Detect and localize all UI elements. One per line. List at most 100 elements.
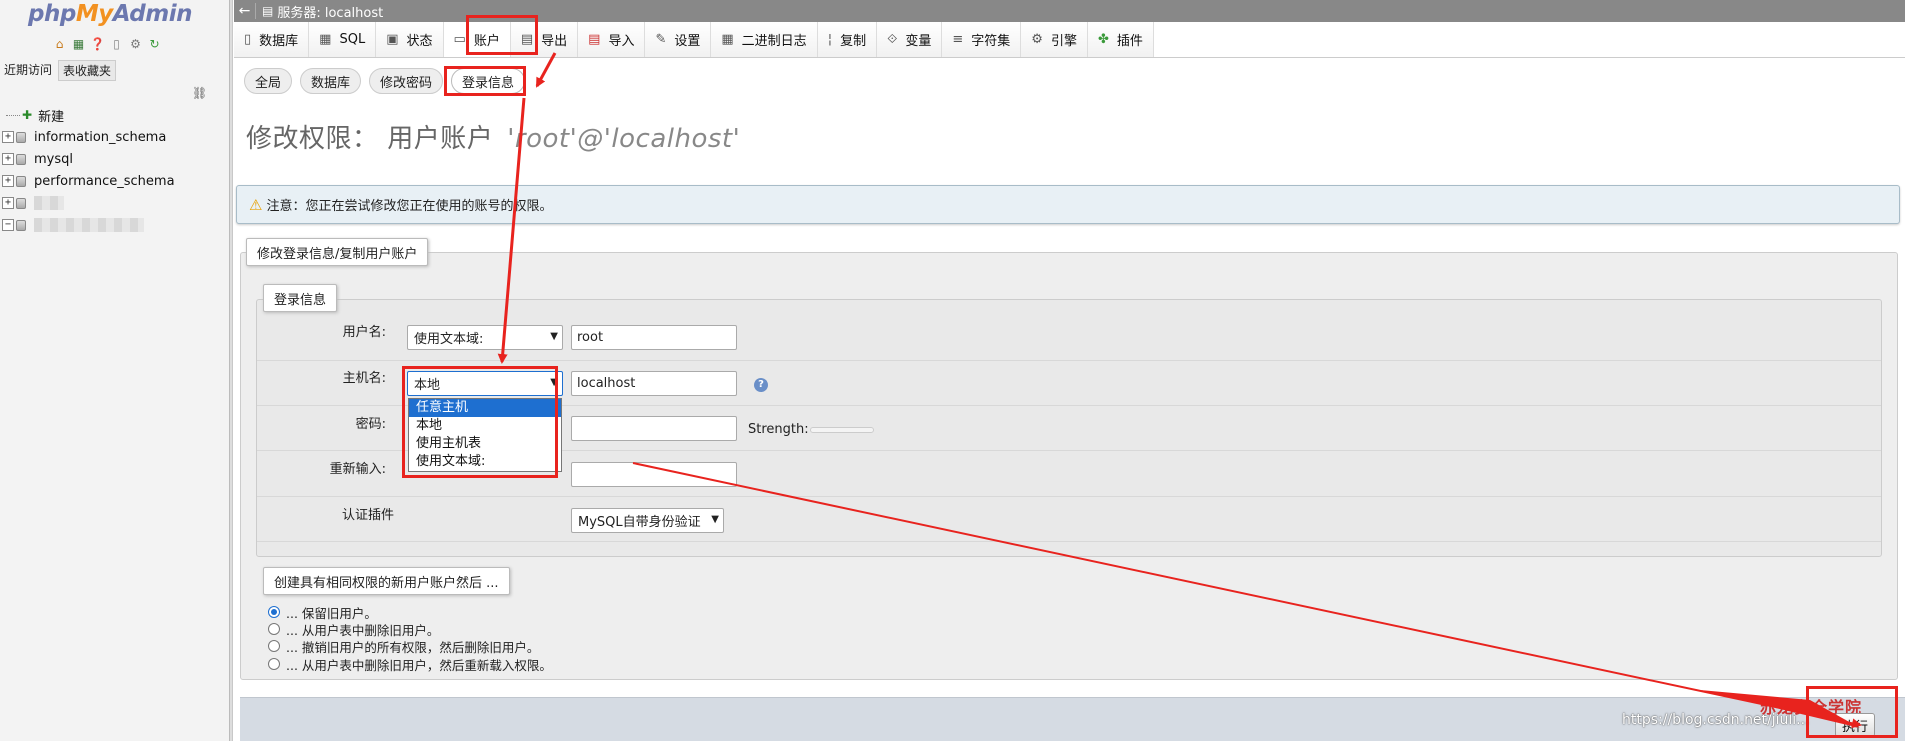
tab-status[interactable]: ▣ 状态 [376, 22, 444, 57]
expand-icon[interactable]: + [2, 197, 14, 209]
notice-box: ⚠ 注意：您正在尝试修改您正在使用的账号的权限。 [236, 185, 1900, 224]
database-icon [16, 197, 26, 209]
auth-plugin-select[interactable]: MySQL自带身份验证 ▼ [571, 508, 724, 533]
radio-delete-old[interactable]: ... 从用户表中删除旧用户。 [268, 621, 439, 638]
tree-item-new[interactable]: ✚ 新建 [0, 104, 230, 126]
binlog-icon: ▦ [721, 32, 734, 47]
tab-engines[interactable]: ⚙ 引擎 [1021, 22, 1088, 57]
tab-plugins[interactable]: ✤ 插件 [1087, 22, 1154, 57]
replication-icon: ¦ [827, 32, 833, 47]
subtab-global[interactable]: 全局 [244, 68, 293, 94]
reload-icon[interactable]: ↻ [147, 37, 162, 51]
tab-label: 账户 [473, 34, 500, 49]
radio-button[interactable] [268, 623, 280, 635]
warning-icon: ⚠ [249, 195, 263, 214]
retype-label: 重新输入: [329, 462, 386, 477]
sql-icon[interactable]: ▦ [71, 37, 86, 51]
dropdown-option[interactable]: 使用主机表 [409, 435, 561, 453]
server-title[interactable]: 服务器: localhost [277, 2, 383, 21]
username-type-select[interactable]: 使用文本域: ▼ [407, 325, 563, 350]
tree-item-database[interactable]: + performance_schema [0, 170, 230, 192]
phpmyadmin-logo[interactable]: phpMyAdmin [28, 1, 192, 27]
back-arrow-icon[interactable]: ← [234, 3, 256, 19]
tab-label: 变量 [905, 34, 932, 49]
nav-resizer[interactable] [230, 0, 233, 741]
variables-icon: ⟐ [887, 32, 898, 47]
password-input[interactable] [571, 416, 737, 441]
tree-item-label[interactable]: information_schema [34, 130, 166, 145]
link-icon[interactable]: ⛓ [192, 86, 207, 100]
blurred-db-name [34, 218, 144, 232]
expand-icon[interactable]: + [2, 131, 14, 143]
tree-item-database[interactable]: − [0, 214, 230, 236]
radio-delete-reload[interactable]: ... 从用户表中删除旧用户，然后重新载入权限。 [268, 655, 552, 674]
tab-sql[interactable]: ▦ SQL [309, 22, 377, 57]
database-icon [16, 175, 26, 187]
dropdown-option[interactable]: 本地 [409, 417, 561, 435]
tab-favorites[interactable]: 表收藏夹 [58, 60, 117, 81]
username-input[interactable]: root [571, 325, 737, 350]
tab-charset[interactable]: ≡ 字符集 [942, 22, 1022, 57]
retype-password-input[interactable] [571, 462, 737, 487]
go-button[interactable]: 执行 [1835, 713, 1875, 737]
accounts-icon: ▭ [453, 32, 466, 47]
main-tabs: ▯ 数据库 ▦ SQL ▣ 状态 ▭ 账户 ▤ 导出 ▤ 导入 ✎ 设置 ▦ 二进制日志 ¦ 复制… [234, 22, 1905, 58]
radio-label[interactable]: ... 撤销旧用户的所有权限，然后删除旧用户。 [286, 637, 539, 656]
tree-item-label[interactable]: mysql [34, 152, 73, 167]
strength-meter [810, 427, 874, 433]
tab-import[interactable]: ▤ 导入 [578, 22, 646, 57]
tree-item-label[interactable]: performance_schema [34, 174, 175, 189]
radio-button[interactable] [268, 640, 280, 652]
sql-icon: ▦ [319, 32, 332, 47]
export-icon: ▤ [520, 32, 534, 47]
hostname-dropdown-list: 任意主机 本地 使用主机表 使用文本域: [408, 398, 562, 472]
tab-label: 状态 [406, 34, 433, 49]
nav-icon-bar: ⌂ ▦ ❓ ▯ ⚙ ↻ [52, 37, 162, 51]
tab-accounts[interactable]: ▭ 账户 [443, 22, 511, 57]
tab-binlog[interactable]: ▦ 二进制日志 [711, 22, 818, 57]
nav-tabs: 近期访问 表收藏夹 [2, 60, 117, 81]
radio-revoke-delete[interactable]: ... 撤销旧用户的所有权限，然后删除旧用户。 [268, 637, 539, 656]
help-icon[interactable]: ? [754, 378, 768, 392]
database-icon [16, 131, 26, 143]
dropdown-option[interactable]: 任意主机 [409, 399, 561, 417]
tab-variables[interactable]: ⟐ 变量 [877, 22, 943, 57]
blurred-db-name [34, 196, 64, 210]
subtab-login-info[interactable]: 登录信息 [451, 68, 526, 94]
tab-export[interactable]: ▤ 导出 [510, 22, 579, 57]
tree-item-database[interactable]: + information_schema [0, 126, 230, 148]
server-breadcrumb-bar: ← ▤ 服务器: localhost [234, 0, 1905, 22]
database-tree: ✚ 新建 + information_schema + mysql + perf… [0, 104, 230, 236]
tab-recent[interactable]: 近期访问 [2, 60, 56, 81]
tab-settings[interactable]: ✎ 设置 [645, 22, 712, 57]
gear-icon[interactable]: ⚙ [128, 37, 143, 51]
dropdown-option[interactable]: 使用文本域: [409, 453, 561, 471]
database-icon [16, 219, 26, 231]
docs-icon[interactable]: ▯ [109, 37, 124, 51]
app-window: phpMyAdmin ⌂ ▦ ❓ ▯ ⚙ ↻ 近期访问 表收藏夹 ⛓ ✚ 新建 … [0, 0, 1905, 741]
radio-label[interactable]: ... 从用户表中删除旧用户，然后重新载入权限。 [286, 655, 552, 674]
radio-button[interactable] [268, 606, 280, 618]
tab-replication[interactable]: ¦ 复制 [817, 22, 878, 57]
tab-databases[interactable]: ▯ 数据库 [234, 22, 310, 57]
login-info-legend: 登录信息 [263, 284, 338, 312]
tab-label: 导出 [541, 34, 568, 49]
expand-icon[interactable]: + [2, 175, 14, 187]
expand-icon[interactable]: + [2, 153, 14, 165]
home-icon[interactable]: ⌂ [52, 37, 67, 51]
radio-keep-old[interactable]: ... 保留旧用户。 [268, 604, 377, 621]
change-login-legend: 修改登录信息/复制用户账户 [246, 238, 429, 266]
tab-label: 字符集 [971, 34, 1011, 49]
tree-item-database[interactable]: + [0, 192, 230, 214]
radio-button[interactable] [268, 658, 280, 670]
auth-plugin-label: 认证插件 [342, 508, 395, 523]
tree-item-database[interactable]: + mysql [0, 148, 230, 170]
help-icon[interactable]: ❓ [90, 37, 105, 51]
collapse-icon[interactable]: − [2, 219, 14, 231]
hostname-input[interactable]: localhost [571, 371, 737, 396]
tree-connector [6, 114, 20, 116]
hostname-type-select[interactable]: 本地 ▼ [407, 371, 563, 396]
subtab-database[interactable]: 数据库 [300, 68, 362, 94]
subtab-change-password[interactable]: 修改密码 [369, 68, 444, 94]
username-label: 用户名: [342, 325, 386, 340]
